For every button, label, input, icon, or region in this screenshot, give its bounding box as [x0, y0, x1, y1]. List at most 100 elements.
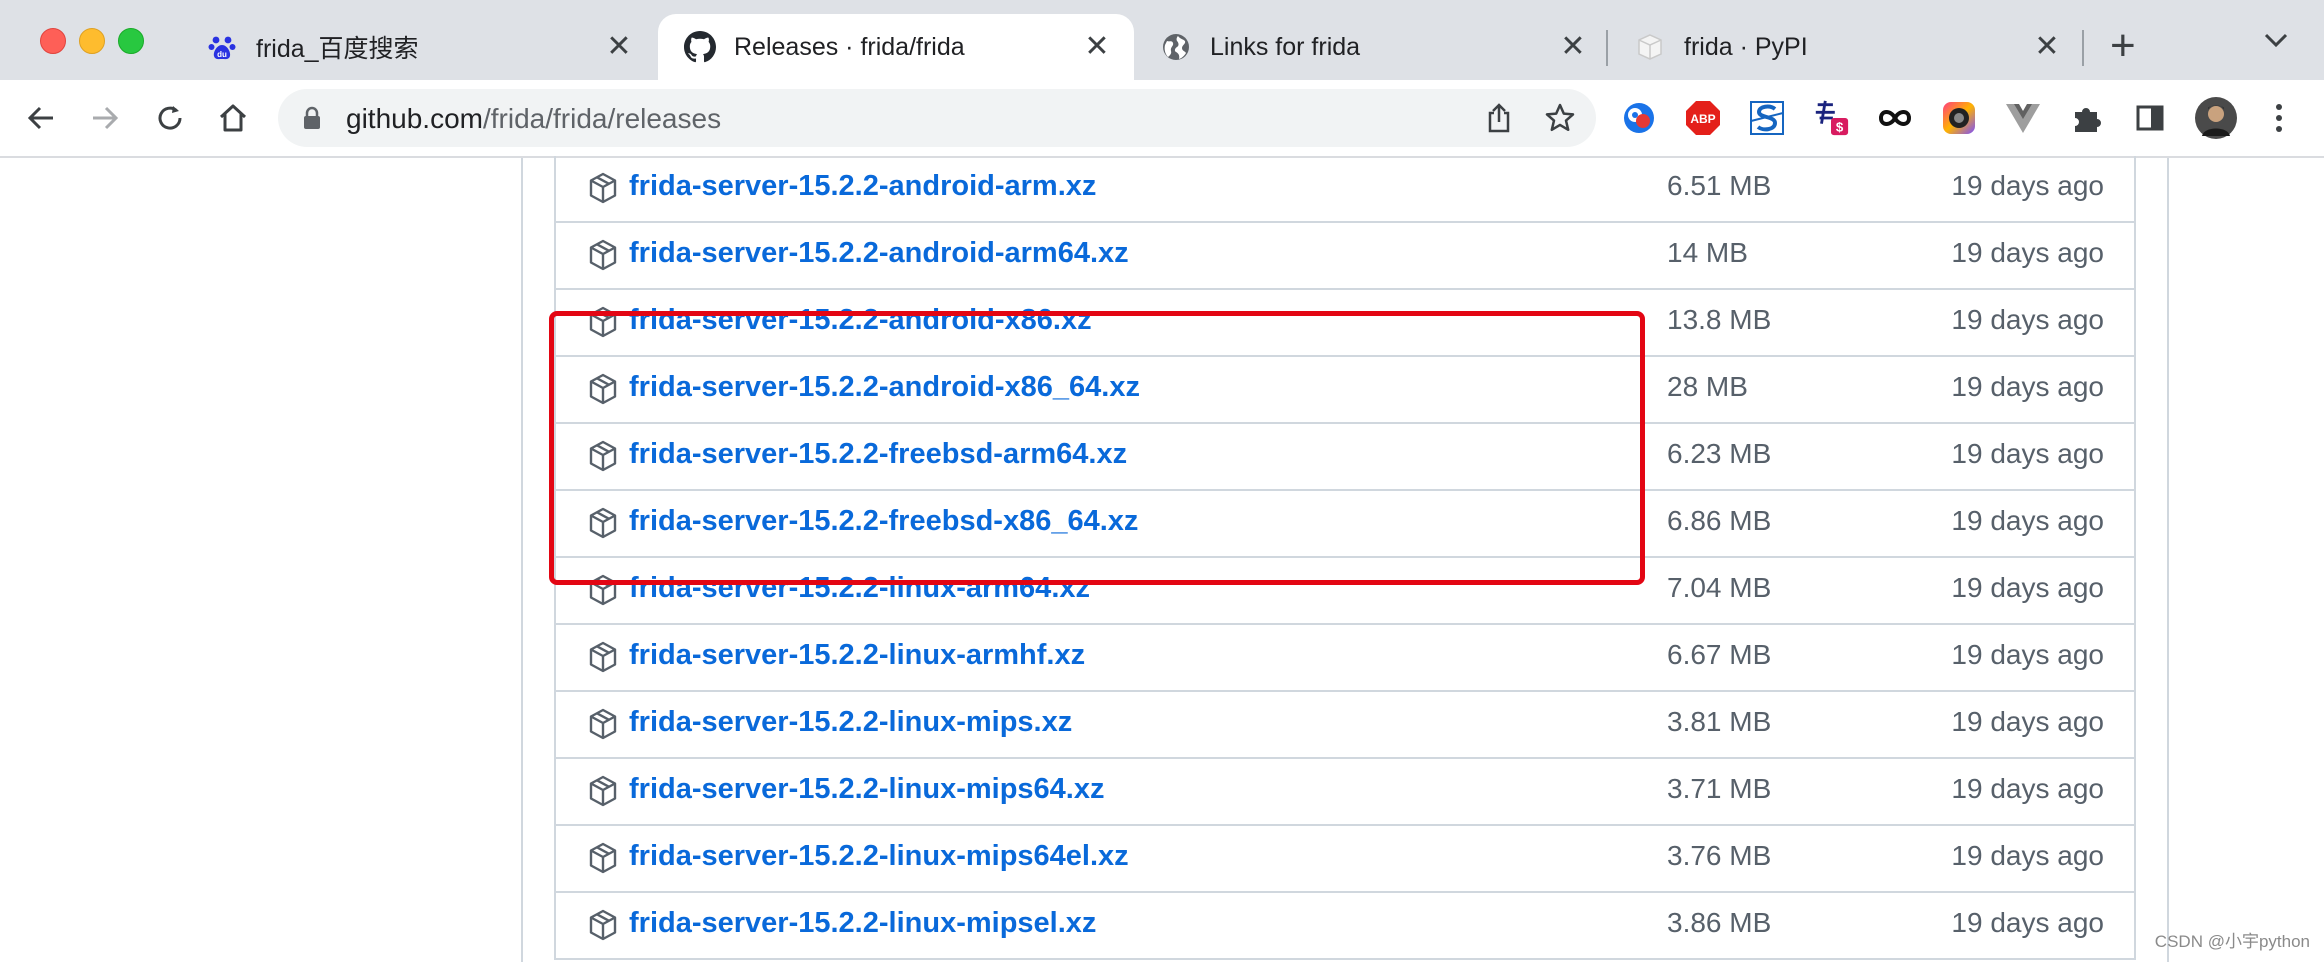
asset-size: 13.8 MB	[1667, 304, 1772, 335]
package-icon	[588, 708, 618, 740]
url-path: /frida/frida/releases	[482, 103, 722, 134]
profile-avatar[interactable]	[2194, 96, 2238, 140]
color-picker-icon[interactable]	[1940, 99, 1978, 137]
tab-title: frida_百度搜索	[256, 35, 419, 63]
asset-size: 6.51 MB	[1667, 170, 1772, 201]
asset-size: 6.67 MB	[1667, 639, 1772, 670]
page-content: frida-server-15.2.2-android-arm.xz 6.51 M…	[0, 156, 2324, 962]
asset-row: frida-server-15.2.2-android-x86.xz 13.8 M…	[556, 290, 2134, 357]
asset-download-link[interactable]: frida-server-15.2.2-linux-mips64el.xz	[629, 840, 1129, 873]
svg-text:$: $	[1836, 119, 1844, 134]
more-menu-icon[interactable]	[2260, 99, 2298, 137]
asset-date: 19 days ago	[1951, 706, 2104, 737]
home-icon[interactable]	[212, 97, 254, 139]
adblock-plus-icon[interactable]: ABP	[1684, 99, 1722, 137]
tab-close-icon[interactable]: ✕	[1558, 32, 1588, 62]
asset-date: 19 days ago	[1951, 170, 2104, 201]
asset-download-link[interactable]: frida-server-15.2.2-android-arm64.xz	[629, 237, 1129, 270]
asset-size: 14 MB	[1667, 237, 1748, 268]
asset-date: 19 days ago	[1951, 840, 2104, 871]
tab-search-chevron-icon[interactable]	[2262, 30, 2290, 55]
package-icon	[588, 239, 618, 271]
window-zoom-button[interactable]	[118, 28, 144, 54]
asset-download-link[interactable]: frida-server-15.2.2-android-x86_64.xz	[629, 371, 1140, 404]
asset-date: 19 days ago	[1951, 907, 2104, 938]
tab-title: Releases · frida/frida	[734, 32, 965, 61]
asset-row: frida-server-15.2.2-linux-arm64.xz 7.04 M…	[556, 558, 2134, 625]
asset-download-link[interactable]: frida-server-15.2.2-freebsd-x86_64.xz	[629, 505, 1138, 538]
package-icon	[588, 306, 618, 338]
tab-baidu[interactable]: du frida_百度搜索 ✕	[180, 14, 656, 80]
tab-links-for-frida[interactable]: Links for frida ✕	[1134, 14, 1610, 80]
asset-row: frida-server-15.2.2-linux-mips64.xz 3.71 …	[556, 759, 2134, 826]
asset-size: 28 MB	[1667, 371, 1748, 402]
tab-title: frida · PyPI	[1684, 32, 1808, 61]
package-icon	[588, 641, 618, 673]
price-tag-extension-icon[interactable]: $	[1812, 99, 1850, 137]
bookmark-star-icon[interactable]	[1544, 102, 1576, 134]
new-tab-button[interactable]: +	[2110, 22, 2136, 70]
tab-close-icon[interactable]: ✕	[1082, 32, 1112, 62]
csdn-watermark: CSDN @小宇python	[2154, 932, 2310, 951]
asset-date: 19 days ago	[1951, 438, 2104, 469]
puzzle-extensions-icon[interactable]	[2068, 99, 2106, 137]
asset-date: 19 days ago	[1951, 572, 2104, 603]
release-assets-list: frida-server-15.2.2-android-arm.xz 6.51 M…	[554, 156, 2136, 960]
baidu-paw-icon: du	[206, 31, 238, 63]
asset-download-link[interactable]: frida-server-15.2.2-linux-mips.xz	[629, 706, 1072, 739]
asset-size: 3.71 MB	[1667, 773, 1772, 804]
asset-download-link[interactable]: frida-server-15.2.2-android-x86.xz	[629, 304, 1092, 337]
address-bar[interactable]: github.com/frida/frida/releases	[278, 89, 1596, 147]
asset-row: frida-server-15.2.2-linux-mipsel.xz 3.86 …	[556, 893, 2134, 960]
svg-text:ABP: ABP	[1690, 112, 1715, 126]
tab-pypi[interactable]: frida · PyPI ✕	[1608, 14, 2084, 80]
asset-size: 6.86 MB	[1667, 505, 1772, 536]
url-text[interactable]: github.com/frida/frida/releases	[346, 103, 721, 135]
window-close-button[interactable]	[40, 28, 66, 54]
pypi-cube-icon	[1634, 31, 1666, 63]
tab-title: Links for frida	[1210, 32, 1361, 61]
tab-close-icon[interactable]: ✕	[604, 32, 634, 62]
asset-download-link[interactable]: frida-server-15.2.2-linux-mipsel.xz	[629, 907, 1096, 940]
asset-row: frida-server-15.2.2-linux-mips64el.xz 3.7…	[556, 826, 2134, 893]
asset-date: 19 days ago	[1951, 304, 2104, 335]
asset-date: 19 days ago	[1951, 505, 2104, 536]
asset-date: 19 days ago	[1951, 237, 2104, 268]
asset-date: 19 days ago	[1951, 773, 2104, 804]
asset-download-link[interactable]: frida-server-15.2.2-linux-mips64.xz	[629, 773, 1104, 806]
asset-download-link[interactable]: frida-server-15.2.2-linux-armhf.xz	[629, 639, 1085, 672]
package-icon	[588, 775, 618, 807]
package-icon	[588, 373, 618, 405]
side-panel-icon[interactable]	[2131, 99, 2169, 137]
tab-strip: du frida_百度搜索 ✕ Releases · frida/frida ✕…	[0, 0, 2324, 80]
extension-1-icon[interactable]	[1620, 99, 1658, 137]
s-extension-icon[interactable]	[1748, 99, 1786, 137]
asset-size: 3.76 MB	[1667, 840, 1772, 871]
content-border-right	[2167, 158, 2169, 962]
reload-icon[interactable]	[149, 97, 191, 139]
lock-icon[interactable]	[302, 106, 322, 135]
forward-arrow-icon[interactable]	[84, 97, 126, 139]
asset-size: 3.86 MB	[1667, 907, 1772, 938]
tab-github-releases[interactable]: Releases · frida/frida ✕	[658, 14, 1134, 80]
asset-download-link[interactable]: frida-server-15.2.2-linux-arm64.xz	[629, 572, 1090, 605]
package-icon	[588, 909, 618, 941]
asset-download-link[interactable]: frida-server-15.2.2-freebsd-arm64.xz	[629, 438, 1127, 471]
package-icon	[588, 507, 618, 539]
asset-download-link[interactable]: frida-server-15.2.2-android-arm.xz	[629, 170, 1096, 203]
back-arrow-icon[interactable]	[20, 97, 62, 139]
window-minimize-button[interactable]	[79, 28, 105, 54]
globe-icon	[1160, 31, 1192, 63]
asset-row: frida-server-15.2.2-freebsd-x86_64.xz 6.8…	[556, 491, 2134, 558]
share-icon[interactable]	[1483, 102, 1515, 134]
infinity-link-icon[interactable]	[1876, 99, 1914, 137]
content-border-left	[521, 158, 523, 962]
github-icon	[684, 31, 716, 63]
asset-size: 7.04 MB	[1667, 572, 1772, 603]
package-icon	[588, 440, 618, 472]
asset-row: frida-server-15.2.2-android-arm.xz 6.51 M…	[556, 156, 2134, 223]
asset-row: frida-server-15.2.2-android-arm64.xz 14 M…	[556, 223, 2134, 290]
vue-devtools-icon[interactable]	[2004, 99, 2042, 137]
tab-close-icon[interactable]: ✕	[2032, 32, 2062, 62]
package-icon	[588, 842, 618, 874]
